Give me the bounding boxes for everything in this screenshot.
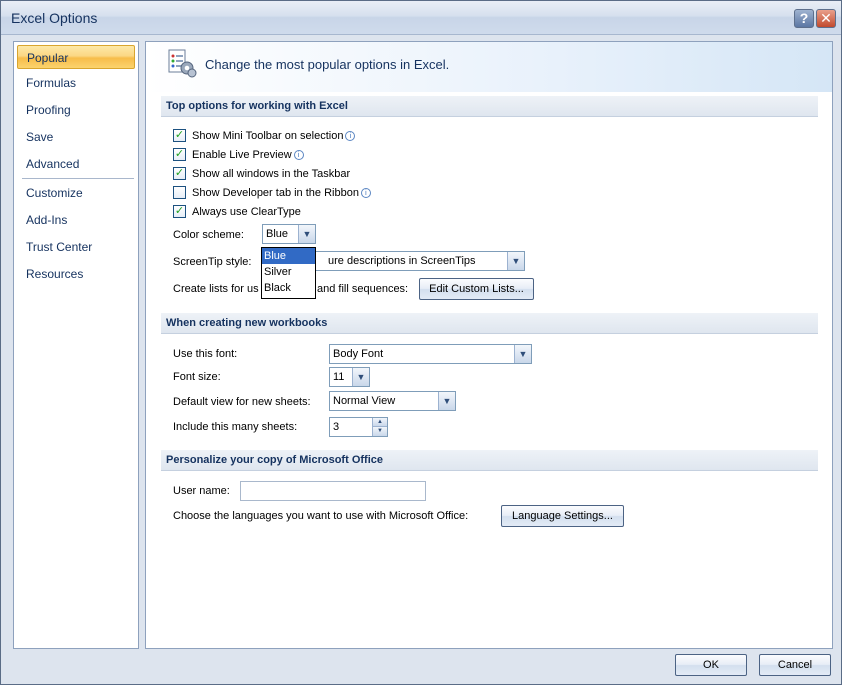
window-title: Excel Options bbox=[11, 10, 98, 26]
nav-item-advanced[interactable]: Advanced bbox=[17, 152, 135, 176]
title-bar: Excel Options ? ✕ bbox=[1, 1, 841, 35]
checkbox-live-preview[interactable]: ✓ bbox=[173, 148, 186, 161]
color-scheme-option-silver[interactable]: Silver bbox=[262, 264, 315, 280]
spinner-down-icon[interactable]: ▼ bbox=[372, 427, 387, 436]
info-icon: i bbox=[293, 150, 304, 161]
nav-item-customize[interactable]: Customize bbox=[17, 181, 135, 205]
help-button[interactable]: ? bbox=[794, 9, 814, 28]
default-view-select[interactable]: Normal View ▼ bbox=[329, 391, 456, 411]
sheets-count-value: 3 bbox=[333, 421, 340, 433]
nav-item-formulas[interactable]: Formulas bbox=[17, 71, 135, 95]
custom-lists-label-left: Create lists for us bbox=[173, 283, 259, 295]
font-label: Use this font: bbox=[173, 348, 238, 360]
user-name-input[interactable] bbox=[240, 481, 426, 501]
nav-item-add-ins[interactable]: Add-Ins bbox=[17, 208, 135, 232]
checkbox-developer-tab[interactable] bbox=[173, 186, 186, 199]
checkbox-mini-toolbar[interactable]: ✓ bbox=[173, 129, 186, 142]
font-size-label: Font size: bbox=[173, 371, 221, 383]
chevron-down-icon[interactable]: ▼ bbox=[514, 345, 531, 363]
chevron-down-icon[interactable]: ▼ bbox=[352, 368, 369, 386]
sheets-count-label: Include this many sheets: bbox=[173, 421, 298, 433]
section-header-new-workbooks: When creating new workbooks bbox=[161, 313, 818, 334]
ok-button[interactable]: OK bbox=[675, 654, 747, 676]
languages-label: Choose the languages you want to use wit… bbox=[173, 510, 469, 522]
section-header-top-options: Top options for working with Excel bbox=[161, 96, 818, 117]
category-nav: Popular Formulas Proofing Save Advanced … bbox=[13, 41, 139, 649]
panel-banner: Change the most popular options in Excel… bbox=[146, 42, 832, 92]
checkbox-cleartype[interactable]: ✓ bbox=[173, 205, 186, 218]
nav-separator bbox=[22, 178, 134, 179]
nav-item-resources[interactable]: Resources bbox=[17, 262, 135, 286]
label-developer-tab: Show Developer tab in the Ribbon bbox=[192, 187, 359, 199]
color-scheme-option-black[interactable]: Black bbox=[262, 280, 315, 296]
font-size-value: 11 bbox=[333, 371, 345, 383]
checkbox-windows-taskbar[interactable]: ✓ bbox=[173, 167, 186, 180]
excel-options-dialog: Excel Options ? ✕ Popular Formulas Proof… bbox=[0, 0, 842, 685]
options-panel: Change the most popular options in Excel… bbox=[145, 41, 833, 649]
nav-item-popular[interactable]: Popular bbox=[17, 45, 135, 69]
user-name-label: User name: bbox=[173, 485, 230, 497]
close-button[interactable]: ✕ bbox=[816, 9, 836, 28]
nav-item-proofing[interactable]: Proofing bbox=[17, 98, 135, 122]
options-settings-icon bbox=[168, 49, 197, 78]
custom-lists-label-right: and fill sequences: bbox=[317, 283, 409, 295]
label-cleartype: Always use ClearType bbox=[192, 206, 301, 218]
language-settings-button[interactable]: Language Settings... bbox=[501, 505, 624, 527]
chevron-down-icon[interactable]: ▼ bbox=[438, 392, 455, 410]
help-icon: ? bbox=[799, 10, 809, 26]
screentip-style-label: ScreenTip style: bbox=[173, 256, 252, 268]
spinner-up-icon[interactable]: ▲ bbox=[372, 418, 387, 427]
color-scheme-dropdown: Blue Silver Black bbox=[261, 247, 316, 299]
font-value: Body Font bbox=[333, 348, 384, 360]
info-icon: i bbox=[345, 131, 356, 142]
chevron-down-icon[interactable]: ▼ bbox=[298, 225, 315, 243]
screentip-style-value: ure descriptions in ScreenTips bbox=[328, 255, 476, 267]
default-view-label: Default view for new sheets: bbox=[173, 396, 311, 408]
default-view-value: Normal View bbox=[333, 395, 396, 407]
sheets-count-spinner[interactable]: 3 ▲ ▼ bbox=[329, 417, 388, 437]
label-mini-toolbar: Show Mini Toolbar on selection bbox=[192, 130, 344, 142]
close-icon: ✕ bbox=[820, 10, 832, 26]
font-select[interactable]: Body Font ▼ bbox=[329, 344, 532, 364]
color-scheme-option-blue[interactable]: Blue bbox=[262, 248, 315, 264]
info-icon: i bbox=[360, 188, 371, 199]
edit-custom-lists-button[interactable]: Edit Custom Lists... bbox=[419, 278, 534, 300]
color-scheme-select[interactable]: Blue ▼ bbox=[262, 224, 316, 244]
color-scheme-label: Color scheme: bbox=[173, 229, 244, 241]
nav-item-save[interactable]: Save bbox=[17, 125, 135, 149]
label-windows-taskbar: Show all windows in the Taskbar bbox=[192, 168, 351, 180]
chevron-down-icon[interactable]: ▼ bbox=[507, 252, 524, 270]
nav-item-trust-center[interactable]: Trust Center bbox=[17, 235, 135, 259]
label-live-preview: Enable Live Preview bbox=[192, 149, 292, 161]
section-header-personalize: Personalize your copy of Microsoft Offic… bbox=[161, 450, 818, 471]
color-scheme-value: Blue bbox=[266, 228, 289, 240]
font-size-select[interactable]: 11 ▼ bbox=[329, 367, 370, 387]
banner-text: Change the most popular options in Excel… bbox=[205, 57, 450, 72]
cancel-button[interactable]: Cancel bbox=[759, 654, 831, 676]
